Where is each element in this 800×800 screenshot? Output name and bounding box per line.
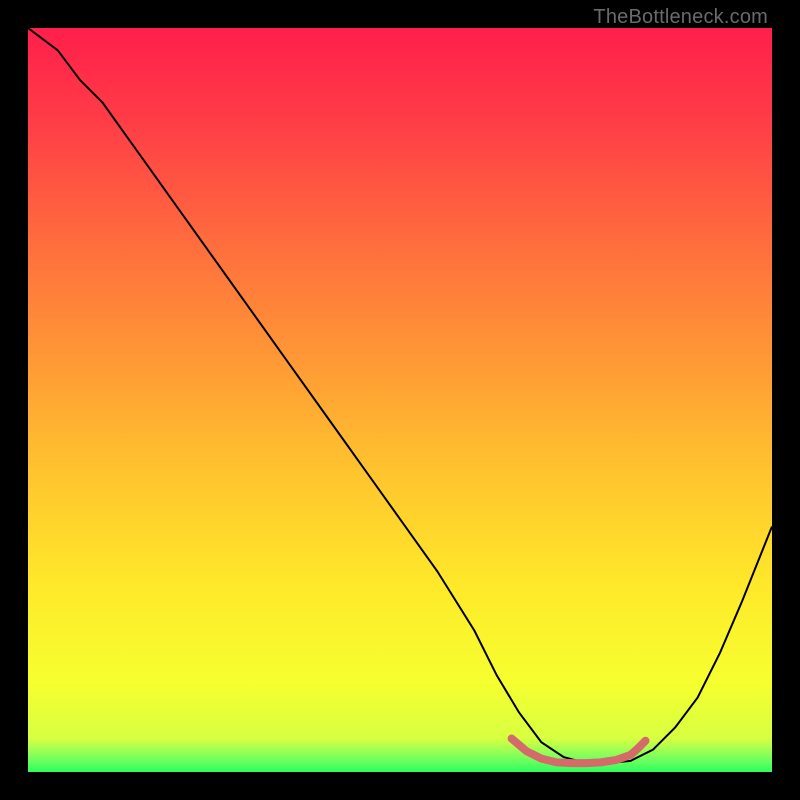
chart-background bbox=[28, 28, 772, 772]
watermark-text: TheBottleneck.com bbox=[593, 6, 768, 29]
chart-svg bbox=[28, 28, 772, 772]
chart-frame bbox=[28, 28, 772, 772]
